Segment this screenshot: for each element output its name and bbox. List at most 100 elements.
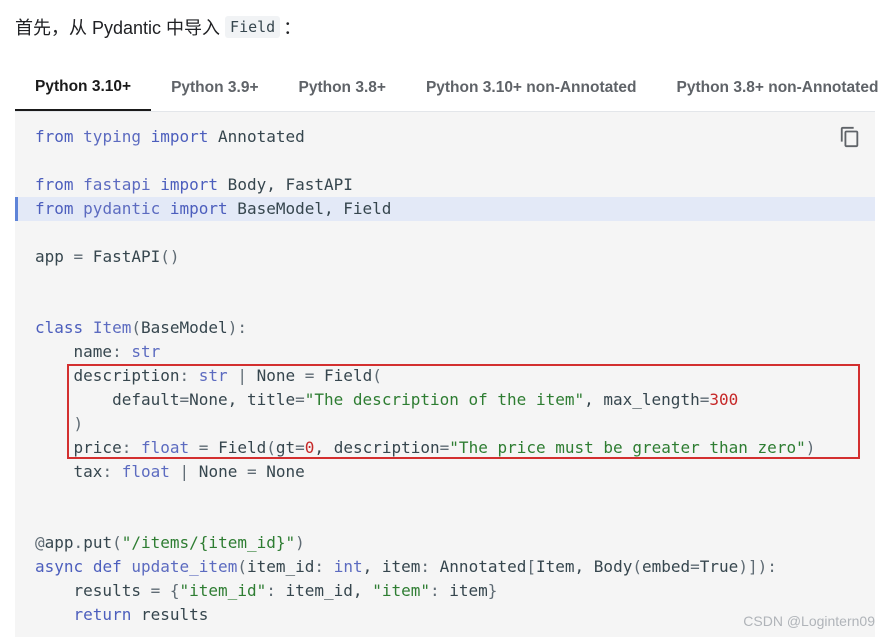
code-token: =: [295, 389, 305, 409]
code-token: |: [179, 461, 190, 481]
code-line: from typing import Annotated: [35, 125, 305, 149]
code-token: typing: [83, 127, 141, 146]
code-token: (: [112, 533, 122, 553]
code-token: |: [237, 366, 247, 385]
code-token: =: [699, 389, 710, 409]
code-token: (: [237, 557, 247, 577]
code-token: "item_id": [179, 581, 267, 601]
code-token: None: [189, 461, 247, 481]
code-token: =: [198, 437, 209, 457]
code-token: return: [73, 605, 132, 624]
code-token: import: [150, 127, 209, 146]
tab-python-3-10[interactable]: Python 3.10+: [15, 64, 152, 111]
code-line: price: float = Field(gt=0, description="…: [35, 436, 816, 460]
tab-python-3-8-non-annotated[interactable]: Python 3.8+ non-Annotated: [657, 64, 883, 111]
code-token: [: [526, 557, 536, 577]
code-token: =: [150, 581, 161, 601]
code-token: "/items/{item_id}": [121, 533, 296, 553]
code-token: "The description of the item": [304, 389, 585, 409]
code-token: :: [121, 437, 132, 457]
code-token: {: [169, 581, 180, 601]
watermark: CSDN @Logintern09: [743, 613, 875, 629]
code-token: @: [35, 533, 45, 553]
code-token: "The price must be greater than zero": [449, 437, 806, 457]
code-token: import: [160, 174, 219, 194]
code-token: gt: [275, 437, 296, 457]
code-token: :: [314, 557, 325, 577]
code-token: (: [632, 557, 642, 577]
code-token: None, title: [189, 389, 296, 409]
python-version-tabs: Python 3.10+ Python 3.9+ Python 3.8+ Pyt…: [15, 64, 878, 112]
code-token: ):: [227, 318, 247, 338]
code-line: async def update_item(item_id: int, item…: [35, 555, 777, 579]
tab-python-3-8[interactable]: Python 3.8+: [279, 64, 406, 111]
code-token: , description: [314, 437, 440, 457]
code-token: :: [266, 581, 276, 601]
code-token: price: [35, 437, 122, 457]
code-token: async: [35, 557, 84, 577]
inline-code-field: Field: [225, 16, 281, 38]
code-token: .: [73, 533, 84, 553]
code-token: ): [295, 533, 305, 553]
code-token: item_id: [246, 557, 315, 577]
intro-label: 首先，从 Pydantic 中导入: [15, 18, 221, 38]
code-token: Field: [208, 437, 267, 457]
code-token: Item, Body: [536, 557, 633, 577]
code-line: ): [35, 412, 84, 436]
code-line: results = {"item_id": item_id, "item": i…: [35, 579, 498, 603]
copy-button[interactable]: [837, 124, 863, 150]
code-line: tax: float | None = None: [35, 460, 305, 484]
intro-suffix: ：: [283, 18, 302, 38]
code-token: }: [487, 581, 498, 601]
code-line: description: str | None = Field(: [35, 364, 382, 388]
code-token: float: [121, 461, 170, 481]
code-token: put: [83, 533, 113, 553]
code-token: str: [198, 366, 228, 385]
code-token: default: [35, 389, 180, 409]
code-token: =: [295, 437, 305, 457]
code-token: Field: [314, 366, 373, 385]
code-token: float: [140, 437, 190, 457]
code-line: @app.put("/items/{item_id}"): [35, 531, 305, 555]
code-token: class: [35, 318, 84, 338]
code-token: (): [160, 246, 180, 266]
copy-icon: [840, 126, 859, 148]
code-token: ): [73, 413, 84, 433]
code-token: FastAPI: [83, 246, 161, 266]
code-token: =: [246, 461, 257, 481]
code-token: from: [35, 198, 74, 218]
code-token: None: [246, 366, 305, 385]
code-token: import: [169, 198, 228, 218]
code-token: BaseModel, Field: [227, 198, 392, 218]
code-token: str: [131, 342, 161, 362]
code-token: (: [131, 318, 141, 338]
code-token: :: [429, 581, 440, 601]
code-token: embed: [641, 557, 691, 577]
code-token: =: [690, 557, 700, 577]
code-line: from pydantic import BaseModel, Field: [35, 197, 391, 221]
code-token: BaseModel: [140, 318, 228, 338]
code-token: tax: [35, 461, 103, 481]
code-token: True: [699, 557, 739, 577]
code-line: return results: [35, 603, 209, 627]
code-token: Annotated: [430, 557, 527, 577]
code-token: def: [92, 557, 122, 577]
code-token: , max_length: [584, 389, 700, 409]
code-token: :: [179, 366, 190, 385]
code-token: :: [102, 461, 113, 481]
tab-python-3-10-non-annotated[interactable]: Python 3.10+ non-Annotated: [406, 64, 657, 111]
tab-python-3-9[interactable]: Python 3.9+: [151, 64, 278, 111]
code-token: 0: [304, 437, 315, 457]
code-token: :: [112, 342, 122, 362]
code-token: (: [266, 437, 276, 457]
